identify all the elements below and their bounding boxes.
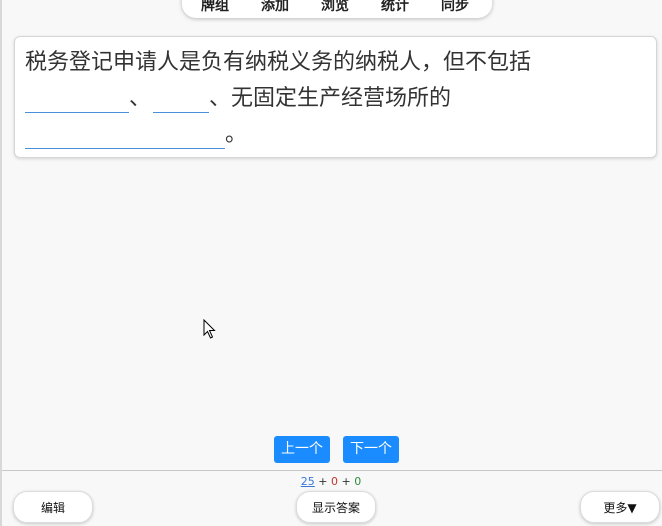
cloze-blank-3 (25, 148, 225, 149)
question-line-2-text: 、无固定生产经营场所的 (209, 86, 452, 111)
count-plus-1: + (314, 475, 331, 488)
question-end: 。 (225, 122, 248, 147)
menu-sync[interactable]: 同步 (441, 0, 469, 14)
card-counts: 25 + 0 + 0 (0, 475, 662, 489)
new-count[interactable]: 25 (301, 475, 315, 488)
mouse-cursor-icon (203, 319, 216, 339)
cloze-blank-2 (153, 112, 209, 113)
edit-button[interactable]: 编辑 (13, 491, 93, 523)
cloze-blank-1 (25, 112, 129, 113)
menu-browse[interactable]: 浏览 (321, 0, 349, 14)
question-card: 税务登记申请人是负有纳税义务的纳税人，但不包括 、 、无固定生产经营场所的 。 (14, 36, 657, 158)
next-card-button[interactable]: 下一个 (343, 436, 399, 463)
more-button[interactable]: 更多▼ (580, 491, 660, 523)
menu-stats[interactable]: 统计 (381, 0, 409, 14)
window-left-edge (0, 0, 2, 526)
prev-card-button[interactable]: 上一个 (274, 436, 330, 463)
menu-add[interactable]: 添加 (261, 0, 289, 14)
bottom-divider (2, 470, 662, 471)
question-line-1: 税务登记申请人是负有纳税义务的纳税人，但不包括 (25, 50, 532, 75)
show-answer-button[interactable]: 显示答案 (296, 491, 376, 523)
menu-decks[interactable]: 牌组 (201, 0, 229, 14)
top-menu-bar: 牌组 添加 浏览 统计 同步 (182, 0, 492, 18)
review-count: 0 (354, 475, 362, 488)
question-separator-1: 、 (129, 86, 152, 111)
count-plus-2: + (338, 475, 355, 488)
learning-count: 0 (331, 475, 338, 488)
